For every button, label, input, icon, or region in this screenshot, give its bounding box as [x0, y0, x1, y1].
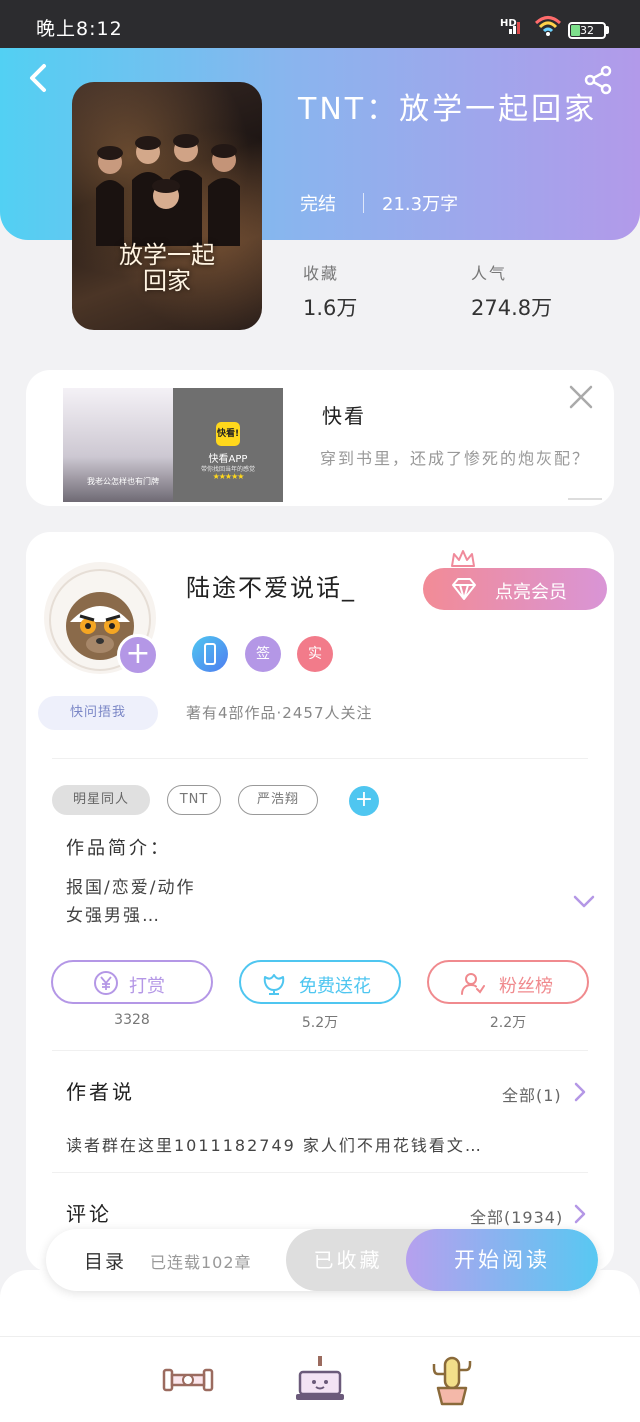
fan-badge: 快问捂我 — [38, 696, 158, 730]
read-action-bar: 目录 已连载102章 已收藏 开始阅读 — [46, 1229, 598, 1291]
activate-vip-button[interactable]: 点亮会员 — [423, 568, 607, 610]
intro-line: 报国/恋爱/动作 — [66, 878, 196, 898]
cover-figures-image — [96, 134, 240, 246]
book-status: 完结 — [300, 194, 336, 215]
ad-brand: 快看 — [322, 404, 366, 428]
fans-ranking-label: 粉丝榜 — [499, 976, 553, 997]
author-says-title: 作者说 — [66, 1080, 135, 1104]
ad-banner[interactable]: 我老公怎样也有门牌 快看! 快看APP 带你找回当年的感觉 ★★★★★ 快看 穿… — [26, 370, 614, 506]
author-meta: 著有4部作品·2457人关注 — [186, 704, 373, 722]
yen-icon — [94, 971, 118, 995]
ad-app-image: 快看! 快看APP 带你找回当年的感觉 ★★★★★ — [173, 388, 283, 502]
popularity-label: 人气 — [471, 264, 508, 283]
battery-fill — [571, 25, 580, 36]
comments-more[interactable]: 全部(1934) — [470, 1204, 563, 1228]
ad-app-name: 快看APP — [208, 454, 248, 465]
intro-label: 作品简介： — [66, 838, 171, 859]
add-tag-button[interactable]: + — [349, 786, 379, 816]
favorites-label: 收藏 — [303, 264, 340, 283]
phone-badge-icon — [192, 636, 228, 672]
book-cover[interactable]: 放学一起 回家 — [72, 82, 262, 330]
ad-description: 穿到书里，还成了惨死的炮灰配？ — [320, 449, 591, 468]
vip-button-label: 点亮会员 — [495, 582, 567, 603]
flower-count: 5.2万 — [301, 1015, 339, 1031]
collected-label: 已收藏 — [313, 1248, 383, 1272]
author-name[interactable]: 陆途不爱说话_ — [186, 568, 356, 603]
diamond-icon — [452, 578, 476, 600]
comments-title: 评论 — [66, 1202, 112, 1226]
back-arrow-icon[interactable] — [24, 62, 52, 94]
crown-icon — [451, 550, 475, 567]
divider — [52, 1172, 588, 1173]
divider — [52, 758, 588, 759]
tip-button[interactable]: 打赏 — [51, 960, 213, 1004]
book-title: TNT：放学一起回家 — [298, 92, 598, 127]
cover-title-line1: 放学一起 — [119, 241, 215, 269]
phone-icon — [204, 643, 216, 665]
flower-icon — [263, 974, 285, 995]
word-count: 21.3万字 — [382, 194, 459, 215]
ad-indicator — [568, 498, 602, 500]
fans-icon — [461, 973, 485, 995]
catalog-button[interactable]: 目录 — [84, 1247, 126, 1274]
app-logo: 快看! — [216, 422, 240, 446]
send-flower-label: 免费送花 — [299, 976, 371, 997]
chevron-right-icon[interactable] — [574, 1082, 586, 1102]
divider — [52, 1050, 588, 1051]
dumbbell-icon[interactable] — [160, 1352, 216, 1408]
signal-icon — [509, 22, 520, 34]
battery-level: 32 — [580, 24, 594, 37]
cover-title: 放学一起 回家 — [72, 242, 262, 294]
chevron-down-icon[interactable] — [572, 894, 596, 910]
fans-ranking-button[interactable]: 粉丝榜 — [427, 960, 589, 1004]
tip-label: 打赏 — [129, 976, 165, 997]
cake-icon[interactable] — [292, 1352, 348, 1408]
rating-stars: ★★★★★ — [212, 472, 245, 481]
signed-badge: 签 — [245, 636, 281, 672]
author-says-text[interactable]: 读者群在这里1011182749 家人们不用花钱看文… — [66, 1132, 483, 1156]
chapter-count: 已连载102章 — [150, 1253, 252, 1272]
ad-image: 我老公怎样也有门牌 — [63, 388, 173, 502]
nav-divider — [0, 1336, 640, 1337]
tag-tnt[interactable]: TNT — [167, 785, 221, 815]
tip-count: 3328 — [114, 1012, 150, 1028]
tag-yan-haoxiang[interactable]: 严浩翔 — [238, 785, 318, 815]
cactus-icon[interactable] — [424, 1352, 480, 1408]
battery-tip — [606, 26, 609, 34]
battery-indicator: 32 — [568, 22, 606, 39]
follow-plus-button[interactable]: + — [117, 634, 159, 676]
start-reading-button[interactable]: 开始阅读 — [406, 1229, 598, 1291]
status-time: 晚上8:12 — [36, 18, 123, 40]
tag-celebrity-fanfic[interactable]: 明星同人 — [52, 785, 150, 815]
verified-badge: 实 — [297, 636, 333, 672]
intro-line: 女强男强… — [66, 906, 161, 926]
popularity-value: 274.8万 — [471, 296, 553, 320]
intro-text: 报国/恋爱/动作 女强男强… — [66, 874, 466, 930]
wifi-icon — [534, 16, 562, 36]
ad-image-caption: 我老公怎样也有门牌 — [87, 477, 159, 486]
chevron-right-icon[interactable] — [574, 1204, 586, 1224]
status-bar: 晚上8:12 HD 32 — [0, 0, 640, 48]
cover-title-line2: 回家 — [143, 267, 191, 295]
author-says-more[interactable]: 全部(1) — [502, 1082, 562, 1106]
favorites-value: 1.6万 — [303, 296, 358, 320]
fans-count: 2.2万 — [489, 1015, 527, 1031]
close-icon[interactable] — [568, 384, 594, 410]
info-divider — [363, 193, 364, 213]
send-flower-button[interactable]: 免费送花 — [239, 960, 401, 1004]
